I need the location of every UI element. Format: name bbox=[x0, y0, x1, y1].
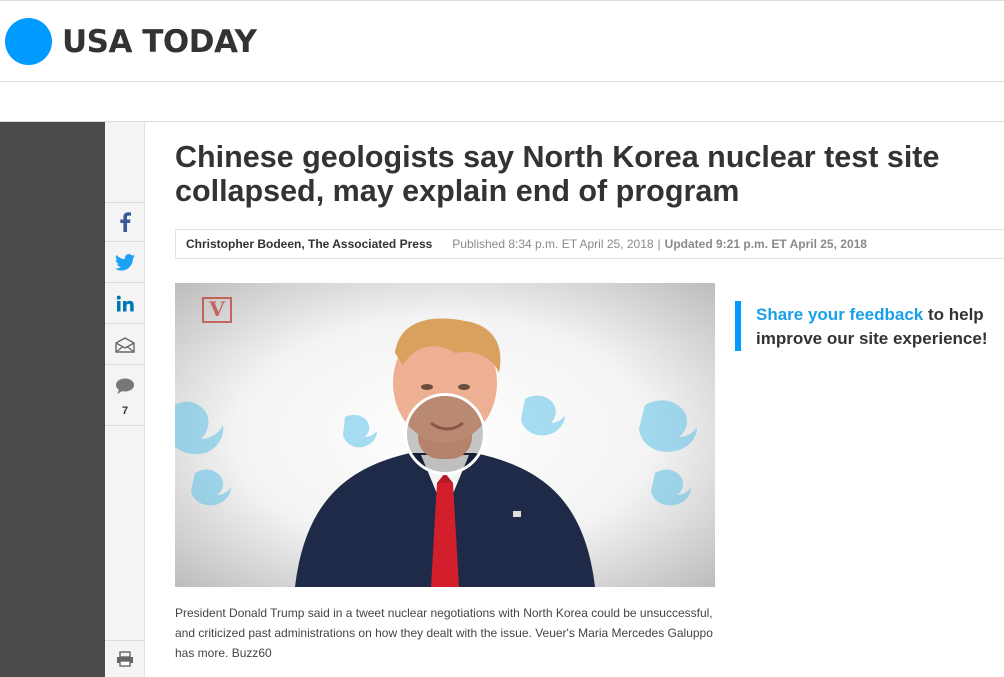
article-headline: Chinese geologists say North Korea nucle… bbox=[175, 140, 940, 208]
print-button[interactable] bbox=[105, 640, 145, 677]
print-icon bbox=[117, 651, 133, 667]
linkedin-icon bbox=[116, 295, 134, 312]
updated-date: Updated 9:21 p.m. ET April 25, 2018 bbox=[664, 237, 867, 251]
published-date: Published 8:34 p.m. ET April 25, 2018 bbox=[452, 237, 654, 251]
linkedin-share-button[interactable] bbox=[105, 284, 145, 324]
comments-button[interactable] bbox=[105, 366, 145, 426]
feedback-link[interactable]: Share your feedback bbox=[756, 305, 923, 324]
feedback-text: Share your feedback to help improve our … bbox=[756, 303, 1004, 351]
left-rail bbox=[0, 122, 105, 677]
share-toolbar: 7 bbox=[105, 122, 145, 677]
feedback-prompt: Share your feedback to help improve our … bbox=[735, 290, 1004, 370]
email-icon bbox=[115, 336, 135, 353]
article-byline: Christopher Bodeen, The Associated Press… bbox=[175, 229, 1004, 259]
article-main: Chinese geologists say North Korea nucle… bbox=[146, 122, 1004, 677]
sub-navigation-bar bbox=[0, 83, 1004, 122]
video-caption: President Donald Trump said in a tweet n… bbox=[175, 606, 713, 660]
byline-separator: | bbox=[657, 237, 661, 251]
site-logo[interactable]: USA TODAY bbox=[62, 22, 257, 62]
facebook-share-button[interactable] bbox=[105, 202, 145, 242]
author-name[interactable]: Christopher Bodeen, The Associated Press bbox=[186, 237, 432, 251]
twitter-icon bbox=[115, 254, 135, 271]
logo-circle-icon[interactable] bbox=[5, 18, 52, 65]
site-header: USA TODAY bbox=[0, 0, 1004, 82]
video-player[interactable]: V bbox=[175, 283, 715, 587]
twitter-share-button[interactable] bbox=[105, 243, 145, 283]
comments-icon bbox=[116, 378, 134, 394]
feedback-accent-bar bbox=[735, 301, 741, 351]
facebook-icon bbox=[120, 212, 131, 232]
video-brand-logo: V bbox=[202, 297, 232, 323]
play-icon[interactable] bbox=[404, 393, 486, 475]
comments-count: 7 bbox=[121, 405, 129, 417]
email-share-button[interactable] bbox=[105, 325, 145, 365]
